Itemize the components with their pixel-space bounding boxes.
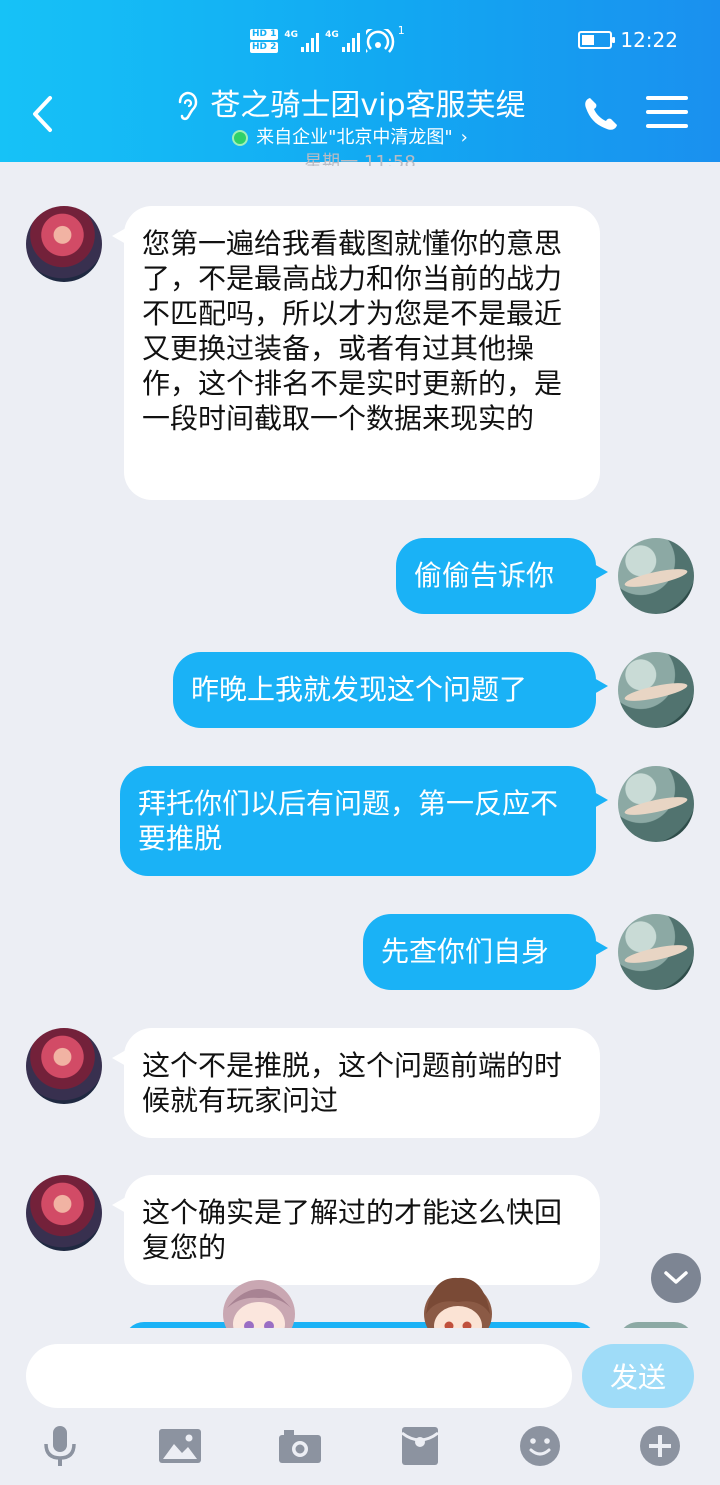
- more-button[interactable]: [638, 1424, 682, 1468]
- hd-badge-1: HD 1: [250, 29, 279, 40]
- hd-badge-2: HD 2: [250, 42, 279, 53]
- chat-title: 苍之骑士团vip客服芙缇: [210, 88, 526, 123]
- menu-icon-line: [646, 96, 688, 100]
- status-bar: HD 1 HD 2 4G 4G 1 12:22: [0, 0, 720, 84]
- user-avatar[interactable]: [618, 538, 694, 614]
- user-avatar[interactable]: [618, 766, 694, 842]
- chat-subtitle: 来自企业"北京中清龙图": [256, 127, 453, 148]
- message-bubble[interactable]: 昨晚上我就发现这个问题了: [173, 652, 608, 728]
- agent-avatar[interactable]: [26, 206, 102, 282]
- call-button[interactable]: [580, 94, 620, 134]
- chat-title-area[interactable]: 苍之骑士团vip客服芙缇 来自企业"北京中清龙图" ›: [150, 86, 550, 150]
- chevron-down-icon: [664, 1271, 688, 1284]
- plus-icon: [640, 1426, 680, 1466]
- back-button[interactable]: [24, 92, 60, 136]
- hotspot-count: 1: [397, 24, 405, 37]
- voice-button[interactable]: [38, 1424, 82, 1468]
- phone-icon: [585, 98, 617, 130]
- menu-icon-line: [646, 110, 688, 114]
- composer: 发送: [0, 1328, 720, 1485]
- ear-icon: [179, 91, 198, 121]
- mic-icon: [44, 1426, 76, 1466]
- message-bubble[interactable]: 您第一遍给我看截图就懂你的意思了，不是最高战力和你当前的战力不匹配吗，所以才为您…: [112, 206, 600, 500]
- agent-avatar[interactable]: [26, 1175, 102, 1251]
- red-packet-button[interactable]: [398, 1424, 442, 1468]
- signal-icon-1: 4G: [284, 30, 320, 52]
- red-packet-icon: [401, 1427, 439, 1465]
- emoji-button[interactable]: [518, 1424, 562, 1468]
- camera-button[interactable]: [278, 1424, 322, 1468]
- image-icon: [159, 1429, 201, 1463]
- user-avatar[interactable]: [618, 652, 694, 728]
- user-avatar[interactable]: [618, 914, 694, 990]
- message-bubble[interactable]: 偷偷告诉你: [396, 538, 608, 614]
- online-status-dot: [232, 130, 249, 146]
- emoji-icon: [520, 1426, 560, 1466]
- battery-icon: [578, 31, 616, 49]
- image-button[interactable]: [158, 1424, 202, 1468]
- message-timestamp: 星期一 11:58: [304, 152, 416, 166]
- composer-toolbar: [0, 1424, 720, 1472]
- message-bubble[interactable]: 先查你们自身: [363, 914, 608, 990]
- message-bubble[interactable]: 拜托你们以后有问题，第一反应不要推脱: [120, 766, 608, 876]
- hotspot-icon: [365, 29, 394, 53]
- clock: 12:22: [620, 28, 678, 52]
- network-indicators: HD 1 HD 2 4G 4G 1: [250, 24, 405, 58]
- signal-icon-2: 4G: [325, 30, 360, 52]
- chat-header: HD 1 HD 2 4G 4G 1 12:22 苍之骑士团vip客服芙缇 来自企…: [0, 0, 720, 162]
- scroll-to-bottom-button[interactable]: [651, 1253, 701, 1303]
- subtitle-chevron-icon: ›: [460, 127, 468, 148]
- message-input[interactable]: [26, 1344, 572, 1408]
- menu-icon-line: [646, 124, 688, 128]
- agent-avatar[interactable]: [26, 1028, 102, 1104]
- message-bubble[interactable]: 这个不是推脱，这个问题前端的时候就有玩家问过: [112, 1028, 600, 1138]
- message-bubble[interactable]: 这个确实是了解过的才能这么快回复您的: [112, 1175, 600, 1285]
- camera-icon: [279, 1430, 321, 1463]
- chevron-left-icon: [33, 96, 52, 132]
- menu-button[interactable]: [646, 96, 688, 132]
- send-button[interactable]: 发送: [582, 1344, 694, 1408]
